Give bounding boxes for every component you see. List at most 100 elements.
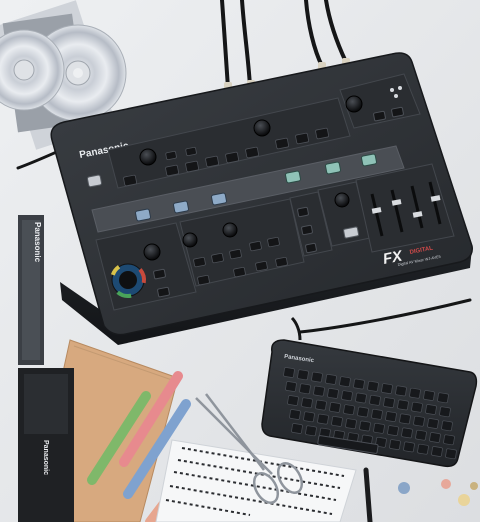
keyboard-key[interactable] [345, 418, 357, 430]
keyboard-key[interactable] [395, 385, 407, 397]
keyboard-key[interactable] [369, 394, 381, 406]
superimpose-button[interactable] [233, 266, 246, 278]
keyboard-key[interactable] [423, 390, 435, 401]
superimpose-button[interactable] [267, 236, 280, 248]
digital-effect-select-button[interactable] [173, 200, 189, 214]
superimpose-button[interactable] [229, 248, 242, 260]
keyboard-key[interactable] [355, 392, 367, 404]
digital-effect-button[interactable] [225, 151, 239, 164]
power-button[interactable] [87, 174, 102, 188]
photo-scene: Panasonic Panasonic FX DIGITAL Digital A… [0, 0, 480, 522]
keyboard-key[interactable] [359, 420, 371, 432]
keyboard-key[interactable] [429, 432, 441, 443]
keyboard-key[interactable] [427, 418, 439, 429]
keyboard-key[interactable] [303, 411, 315, 423]
video-fade-button[interactable] [285, 170, 301, 184]
keyboard-key[interactable] [409, 387, 421, 399]
keyboard-key[interactable] [389, 439, 401, 450]
superimpose-button[interactable] [249, 240, 262, 252]
case-brand-label: Panasonic [42, 440, 49, 475]
digital-effect-button[interactable] [205, 155, 219, 168]
keyboard-key[interactable] [305, 425, 317, 437]
back-color-knob[interactable] [345, 95, 363, 113]
keyboard-key[interactable] [445, 448, 457, 460]
keyboard-key[interactable] [411, 401, 423, 413]
keyboard-key[interactable] [401, 427, 413, 439]
fade-control-button[interactable] [343, 226, 360, 239]
superimpose-button[interactable] [197, 274, 210, 286]
keyboard-key[interactable] [385, 411, 397, 422]
keyboard-key[interactable] [413, 415, 425, 427]
digital-effect-knob-left[interactable] [139, 148, 157, 166]
color-corrector-button[interactable] [153, 268, 166, 280]
color-corrector-knob[interactable] [143, 243, 161, 261]
superimpose-knob-1[interactable] [182, 232, 198, 248]
keyboard-key[interactable] [283, 367, 295, 378]
digital-effect-button[interactable] [245, 146, 259, 159]
digital-effect-knob-right[interactable] [253, 119, 271, 137]
keyboard-key[interactable] [301, 397, 313, 409]
keyboard-key[interactable] [357, 406, 369, 418]
keyboard-key[interactable] [353, 378, 365, 390]
keyboard-key[interactable] [291, 423, 303, 434]
digital-effect-button[interactable] [123, 174, 137, 187]
digital-effect-button[interactable] [185, 146, 197, 157]
keyboard-key[interactable] [415, 429, 427, 441]
keyboard-key[interactable] [339, 376, 351, 388]
keyboard-key[interactable] [343, 404, 355, 416]
digital-effect-button[interactable] [165, 150, 177, 161]
digital-effect-button[interactable] [185, 160, 199, 173]
back-color-button[interactable] [391, 106, 404, 118]
keyboard-key[interactable] [387, 425, 399, 436]
box-brand-label: Panasonic [33, 222, 42, 263]
fade-time-knob[interactable] [334, 192, 350, 208]
keyboard-key[interactable] [297, 369, 309, 381]
keyboard-key[interactable] [381, 383, 393, 394]
keyboard-key[interactable] [285, 381, 297, 392]
color-select-button[interactable] [301, 224, 313, 236]
audio-fade-button[interactable] [361, 153, 377, 167]
color-select-button[interactable] [297, 206, 309, 218]
keyboard-key[interactable] [315, 399, 327, 411]
color-select-button[interactable] [305, 242, 317, 254]
keyboard-key[interactable] [287, 395, 299, 406]
digital-effect-button[interactable] [275, 137, 289, 150]
color-corrector-button[interactable] [157, 286, 170, 298]
superimpose-button[interactable] [275, 256, 288, 268]
back-color-button[interactable] [373, 110, 386, 122]
superimpose-button[interactable] [193, 256, 206, 268]
keyboard-key[interactable] [437, 392, 449, 404]
keyboard-key[interactable] [371, 408, 383, 420]
keyboard-key[interactable] [299, 383, 311, 395]
keyboard-key[interactable] [331, 416, 343, 427]
keyboard-key[interactable] [329, 402, 341, 413]
keyboard-key[interactable] [443, 434, 455, 446]
digital-effect-button[interactable] [295, 132, 309, 145]
keyboard-key[interactable] [439, 406, 451, 418]
keyboard-key[interactable] [373, 422, 385, 434]
superimpose-effect-button[interactable] [211, 192, 227, 206]
keyboard-key[interactable] [397, 399, 409, 411]
keyboard-key[interactable] [367, 380, 379, 392]
keyboard-key[interactable] [313, 385, 325, 397]
keyboard-key[interactable] [311, 371, 323, 383]
superimpose-button[interactable] [255, 260, 268, 272]
keyboard-key[interactable] [431, 446, 443, 457]
digital-effect-button[interactable] [165, 164, 179, 177]
superimpose-button[interactable] [211, 252, 224, 264]
superimpose-knob-2[interactable] [222, 222, 238, 238]
digital-effect-button[interactable] [315, 127, 329, 140]
superimpose-fade-button[interactable] [325, 161, 341, 175]
keyboard-key[interactable] [403, 441, 415, 453]
keyboard-key[interactable] [341, 390, 353, 402]
keyboard-key[interactable] [325, 374, 337, 385]
keyboard-key[interactable] [327, 388, 339, 399]
keyboard-key[interactable] [317, 413, 329, 425]
keyboard-key[interactable] [383, 397, 395, 408]
keyboard-key[interactable] [441, 420, 453, 432]
keyboard-key[interactable] [289, 409, 301, 420]
keyboard-key[interactable] [399, 413, 411, 425]
keyboard-key[interactable] [425, 404, 437, 415]
on-air-effect-button[interactable] [135, 208, 151, 222]
keyboard-key[interactable] [417, 443, 429, 455]
